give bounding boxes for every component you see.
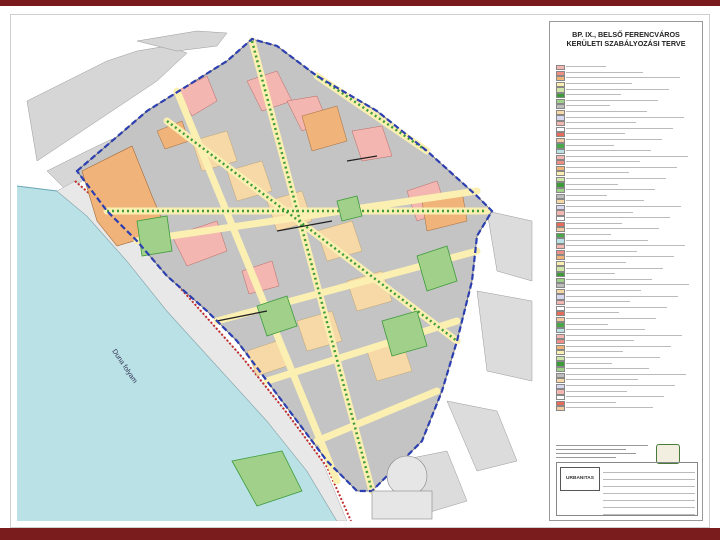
- legend-panel: BP. IX., BELSŐ FERENCVÁROS KERÜLETI SZAB…: [549, 21, 703, 521]
- zoning-map[interactable]: Duna folyam: [16, 21, 537, 522]
- legend-text: [566, 396, 664, 398]
- legend-text: [566, 178, 666, 180]
- legend-text: [566, 194, 607, 196]
- plan-title: BP. IX., BELSŐ FERENCVÁROS KERÜLETI SZAB…: [556, 30, 696, 48]
- legend-text: [566, 278, 652, 280]
- legend-text: [566, 250, 637, 252]
- firm-logo: URBANITAS: [560, 467, 600, 491]
- legend-item: [556, 405, 696, 412]
- legend-text: [566, 166, 677, 168]
- legend-text: [566, 105, 610, 107]
- legend-text: [566, 301, 630, 303]
- legend-text: [566, 334, 682, 336]
- legend-text: [566, 245, 685, 247]
- legend-swatch: [556, 406, 565, 412]
- legend-text: [566, 261, 626, 263]
- legend-text: [566, 284, 689, 286]
- bottom-accent-band: [0, 528, 720, 540]
- legend-text: [566, 144, 614, 146]
- legend-notes: [556, 442, 652, 461]
- legend-text: [566, 368, 649, 370]
- legend-text: [566, 110, 647, 112]
- legend-text: [566, 127, 673, 129]
- legend-text: [566, 351, 623, 353]
- legend-text: [566, 138, 662, 140]
- legend-text: [566, 155, 688, 157]
- legend-text: [566, 373, 686, 375]
- top-accent-band: [0, 0, 720, 6]
- legend-text: [566, 150, 651, 152]
- legend-text: [566, 379, 638, 381]
- legend-text: [566, 94, 621, 96]
- legend-text: [566, 211, 633, 213]
- legend-text: [566, 329, 645, 331]
- legend-text: [566, 122, 636, 124]
- legend-text: [566, 189, 655, 191]
- legend-text: [566, 323, 608, 325]
- plan-title-line-1: BP. IX., BELSŐ FERENCVÁROS: [572, 30, 680, 39]
- legend-text: [566, 77, 680, 79]
- legend-text: [566, 71, 643, 73]
- legend-text: [566, 385, 675, 387]
- legend-text: [566, 183, 618, 185]
- legend-text: [566, 289, 641, 291]
- legend-text: [566, 200, 644, 202]
- legend-text: [566, 295, 678, 297]
- map-svg: Duna folyam: [16, 21, 537, 522]
- legend-text: [566, 390, 627, 392]
- legend-text: [566, 99, 658, 101]
- legend-text: [566, 161, 640, 163]
- legend-text: [566, 66, 606, 68]
- title-block: URBANITAS: [556, 462, 698, 516]
- plan-sheet: Duna folyam BP. IX., BELSŐ FERENCVÁROS K…: [10, 14, 710, 528]
- legend-text: [566, 222, 622, 224]
- coat-of-arms-icon: [656, 444, 680, 464]
- legend-text: [566, 407, 653, 409]
- legend-text: [566, 345, 671, 347]
- legend-text: [566, 172, 629, 174]
- legend-text: [566, 306, 667, 308]
- legend-text: [566, 401, 616, 403]
- legend-text: [566, 239, 648, 241]
- legend-text: [566, 357, 660, 359]
- legend-text: [566, 206, 681, 208]
- plan-title-line-2: KERÜLETI SZABÁLYOZÁSI TERVE: [566, 39, 686, 48]
- legend-text: [566, 267, 663, 269]
- legend-text: [566, 217, 670, 219]
- legend-text: [566, 273, 615, 275]
- legend-text: [566, 317, 656, 319]
- legend-text: [566, 256, 674, 258]
- legend-text: [566, 362, 612, 364]
- legend-text: [566, 340, 634, 342]
- legend-text: [566, 228, 659, 230]
- legend-text: [566, 88, 669, 90]
- legend-text: [566, 116, 684, 118]
- legend-list: [556, 64, 696, 412]
- legend-text: [566, 133, 625, 135]
- legend-text: [566, 234, 611, 235]
- legend-text: [566, 82, 632, 84]
- legend-text: [566, 312, 619, 314]
